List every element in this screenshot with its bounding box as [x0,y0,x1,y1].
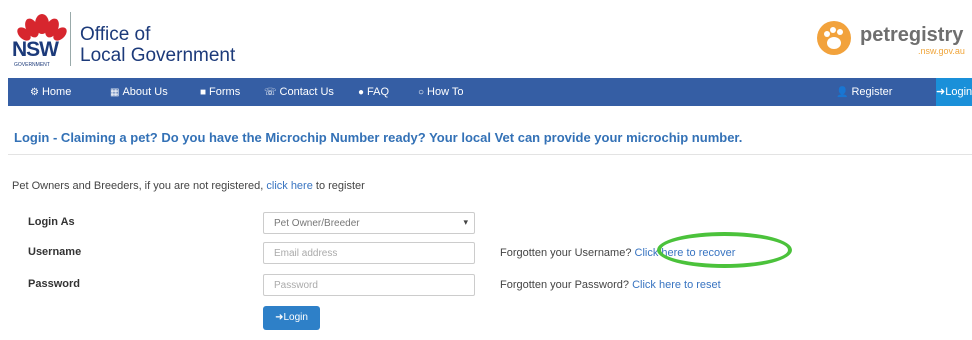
forgot-password: Forgotten your Password? Click here to r… [500,279,721,291]
main-navbar: ⚙ Home ▦ About Us ■ Forms ☏ Contact Us ● FAQ … [8,78,972,106]
register-intro: Pet Owners and Breeders, if you are not … [12,180,365,192]
sign-in-icon: ➜ [936,86,946,98]
header-divider [70,12,71,66]
paw-icon [817,21,851,55]
nav-contact-label: Contact Us [279,86,334,98]
username-placeholder: Email address [274,248,338,259]
petregistry-wordmark: petregistry [860,24,964,46]
login-button[interactable]: ➜Login [263,306,320,330]
chevron-down-icon: ▾ [463,217,468,227]
username-label: Username [28,246,82,258]
divider [8,154,972,155]
nav-login[interactable]: ➜Login [936,78,972,106]
nav-forms[interactable]: ■ Forms [200,78,240,106]
nav-about[interactable]: ▦ About Us [110,78,168,106]
login-button-label: Login [283,312,308,323]
nav-login-label: Login [945,86,972,98]
nav-forms-label: Forms [209,86,241,98]
intro-text: Pet Owners and Breeders, if you are not … [12,180,264,192]
login-headline: Login - Claiming a pet? Do you have the … [14,130,743,145]
speech-bubble-icon: ○ [418,87,425,98]
nav-about-label: About Us [122,86,168,98]
password-label: Password [28,278,80,290]
question-icon: ● [358,87,365,98]
nav-contact[interactable]: ☏ Contact Us [264,78,334,106]
highlight-ellipse [657,232,792,268]
nav-home-label: Home [41,86,72,98]
reset-password-link[interactable]: Click here to reset [632,279,721,291]
petregistry-logo[interactable]: petregistry .nsw.gov.au [808,12,972,64]
office-line2: Local Government [80,45,236,66]
nav-howto-label: How To [427,86,464,98]
login-as-select[interactable]: Pet Owner/Breeder ▾ [263,212,475,234]
building-icon: ▦ [110,87,120,98]
government-text: GOVERNMENT [14,62,50,68]
phone-icon: ☏ [264,87,277,98]
header: NSW GOVERNMENT Office of Local Governmen… [8,0,972,76]
intro-text-end: to register [315,180,365,192]
add-user-icon: 👤 [836,87,849,98]
nav-register[interactable]: 👤 Register [836,78,892,106]
file-icon: ■ [200,87,207,98]
username-input[interactable]: Email address [263,242,475,264]
paw-print-icon [824,27,843,49]
office-title: Office of Local Government [80,24,235,66]
nav-howto[interactable]: ○ How To [418,78,464,106]
login-as-value: Pet Owner/Breeder [274,218,360,229]
login-as-label: Login As [28,216,75,228]
petregistry-domain: .nsw.gov.au [918,46,965,56]
forgot-password-text: Forgotten your Password? [500,279,630,291]
nav-faq[interactable]: ● FAQ [358,78,389,106]
forgot-username-text: Forgotten your Username? [500,247,632,259]
nav-register-label: Register [851,86,893,98]
home-icon: ⚙ [30,87,39,98]
register-link[interactable]: click here [266,180,312,192]
nav-faq-label: FAQ [367,86,390,98]
nsw-wordmark: NSW [12,38,59,61]
password-placeholder: Password [274,280,318,291]
nav-home[interactable]: ⚙ Home [30,78,71,106]
password-input[interactable]: Password [263,274,475,296]
page: NSW GOVERNMENT Office of Local Governmen… [8,0,972,340]
office-line1: Office of [80,24,151,45]
